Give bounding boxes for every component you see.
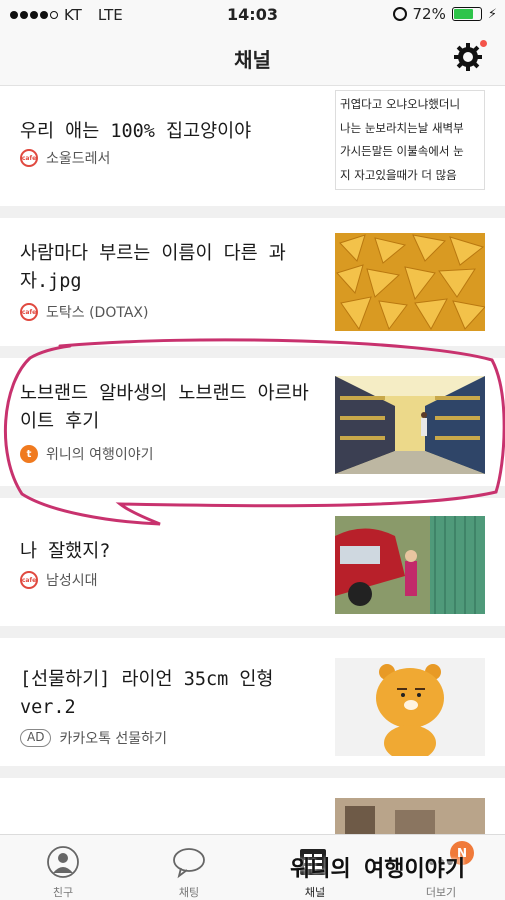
card-title: 사람마다 부르는 이름이 다른 과자.jpg: [20, 243, 286, 292]
source-logo-icon: cafe: [20, 571, 38, 589]
ryan-doll-image: [335, 658, 485, 756]
tab-label: 채널: [304, 886, 326, 899]
person-icon: [47, 846, 79, 878]
card-title: 노브랜드 알바생의 노브랜드 아르바이트 후기: [20, 383, 309, 432]
card-thumbnail: [335, 516, 485, 614]
settings-button[interactable]: [453, 40, 487, 72]
source-name: 소울드레서: [46, 151, 111, 167]
feed-card[interactable]: [0, 778, 505, 834]
card-title: 나 잘했지?: [20, 541, 111, 562]
feed-card[interactable]: 나 잘했지? cafe 남성시대: [0, 498, 505, 626]
source-name: 도탁스 (DOTAX): [46, 305, 149, 321]
feed-card[interactable]: 노브랜드 알바생의 노브랜드 아르바이트 후기 t 위니의 여행이야기: [0, 358, 505, 486]
source-logo-icon: cafe: [20, 149, 38, 167]
tab-label: 채팅: [178, 886, 200, 899]
card-thumbnail: 귀엽다고 오냐오냐했더니 나는 눈보라치는날 새벽부 가시든말든 이불속에서 눈…: [335, 90, 485, 190]
thumbnail-text-line: 귀엽다고 오냐오냐했더니: [340, 97, 461, 111]
tab-chats[interactable]: 채팅: [126, 835, 252, 900]
feed-card[interactable]: 사람마다 부르는 이름이 다른 과자.jpg cafe 도탁스 (DOTAX): [0, 218, 505, 346]
child-and-car-image: [335, 516, 485, 614]
card-source: t 위니의 여행이야기: [20, 444, 154, 464]
thumbnail-text-line: 나는 눈보라치는날 새벽부: [340, 120, 464, 135]
source-name: 남성시대: [46, 573, 98, 589]
ad-badge: AD: [20, 729, 52, 747]
channel-feed[interactable]: 우리 애는 100% 집고양이야 cafe 소울드레서 귀엽다고 오냐오냐했더니…: [0, 86, 505, 834]
card-source: cafe 도탁스 (DOTAX): [20, 302, 148, 322]
card-title: [선물하기] 라이언 35cm 인형 ver.2: [20, 669, 274, 718]
source-name: 위니의 여행이야기: [46, 447, 154, 463]
status-bar: KT LTE 14:03 72% ⚡: [0, 0, 505, 30]
overlay-caption: 위니의 여행이야기: [290, 857, 466, 882]
snack-chips-image: [335, 233, 485, 331]
thumbnail-text-line: 지 자고있을때가 더 많음: [340, 167, 457, 182]
card-source: cafe 남성시대: [20, 570, 98, 590]
status-right: 72% ⚡: [392, 5, 497, 23]
thumbnail-text-line: 가시든말든 이불속에서 눈: [340, 144, 464, 158]
card-title: 우리 애는 100% 집고양이야: [20, 121, 252, 142]
notification-dot: [480, 40, 487, 47]
card-source: cafe 소울드레서: [20, 148, 110, 168]
battery-percent: 72%: [412, 5, 446, 23]
speech-bubble-icon: [173, 848, 205, 879]
tab-label: 더보기: [425, 886, 457, 899]
feed-card[interactable]: [선물하기] 라이언 35cm 인형 ver.2 AD 카카오톡 선물하기: [0, 638, 505, 766]
charging-icon: ⚡: [487, 6, 497, 22]
rotation-lock-icon: [392, 7, 407, 21]
card-thumbnail: [335, 798, 485, 834]
card-thumbnail: [335, 376, 485, 474]
card-source: AD 카카오톡 선물하기: [20, 728, 167, 748]
card-thumbnail: [335, 658, 485, 756]
room-image: [335, 798, 485, 834]
page-title: 채널: [234, 48, 271, 72]
tab-label: 친구: [52, 886, 74, 899]
feed-card[interactable]: 우리 애는 100% 집고양이야 cafe 소울드레서 귀엽다고 오냐오냐했더니…: [0, 86, 505, 206]
gear-icon: [454, 43, 482, 71]
tab-friends[interactable]: 친구: [0, 835, 126, 900]
card-thumbnail: [335, 233, 485, 331]
source-logo-icon: t: [20, 445, 38, 463]
source-logo-icon: cafe: [20, 303, 38, 321]
source-name: 카카오톡 선물하기: [59, 731, 167, 747]
store-aisle-image: [335, 376, 485, 474]
battery-icon: [451, 7, 482, 21]
nav-bar: 채널: [0, 30, 505, 86]
